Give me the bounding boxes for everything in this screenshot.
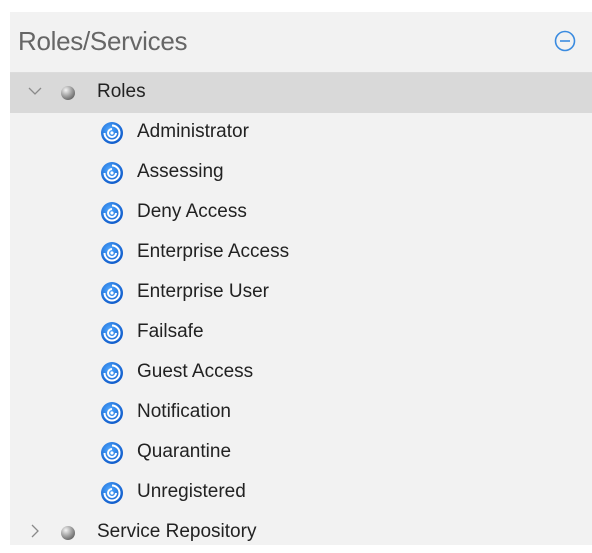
role-swirl-icon <box>100 161 124 185</box>
tree-item-role[interactable]: Guest Access <box>10 353 592 393</box>
gray-sphere-icon <box>60 85 76 101</box>
role-label: Deny Access <box>137 201 247 222</box>
role-swirl-icon <box>100 441 124 465</box>
tree-item-role[interactable]: Unregistered <box>10 473 592 513</box>
tree-node-label: Service Repository <box>97 521 257 542</box>
tree-item-role[interactable]: Enterprise Access <box>10 233 592 273</box>
roles-services-panel: Roles/Services Roles Administrator Asses… <box>10 12 592 545</box>
tree-node-roles[interactable]: Roles <box>10 73 592 113</box>
role-swirl-icon <box>100 241 124 265</box>
role-swirl-icon <box>100 481 124 505</box>
role-label: Guest Access <box>137 361 254 382</box>
panel-header: Roles/Services <box>10 12 592 73</box>
role-label: Unregistered <box>137 481 246 502</box>
chevron-right-icon[interactable] <box>26 522 44 540</box>
role-swirl-icon <box>100 121 124 145</box>
role-label: Quarantine <box>137 441 232 462</box>
role-swirl-icon <box>100 321 124 345</box>
role-label: Enterprise Access <box>137 241 290 262</box>
tree-node-label: Roles <box>97 81 146 102</box>
chevron-down-icon[interactable] <box>26 82 44 100</box>
role-label: Administrator <box>137 121 249 142</box>
tree-item-role[interactable]: Administrator <box>10 113 592 153</box>
tree-item-role[interactable]: Notification <box>10 393 592 433</box>
collapse-panel-button[interactable] <box>554 30 576 52</box>
tree-node-service-repository[interactable]: Service Repository <box>10 513 592 553</box>
tree-item-role[interactable]: Failsafe <box>10 313 592 353</box>
tree-item-role[interactable]: Quarantine <box>10 433 592 473</box>
role-label: Enterprise User <box>137 281 269 302</box>
role-swirl-icon <box>100 201 124 225</box>
panel-title: Roles/Services <box>18 26 188 56</box>
role-swirl-icon <box>100 361 124 385</box>
role-swirl-icon <box>100 401 124 425</box>
gray-sphere-icon <box>60 525 76 541</box>
tree-item-role[interactable]: Deny Access <box>10 193 592 233</box>
role-swirl-icon <box>100 281 124 305</box>
role-label: Notification <box>137 401 231 422</box>
minus-circle-icon <box>554 30 576 52</box>
tree-item-role[interactable]: Enterprise User <box>10 273 592 313</box>
role-label: Assessing <box>137 161 224 182</box>
role-label: Failsafe <box>137 321 204 342</box>
tree-item-role[interactable]: Assessing <box>10 153 592 193</box>
